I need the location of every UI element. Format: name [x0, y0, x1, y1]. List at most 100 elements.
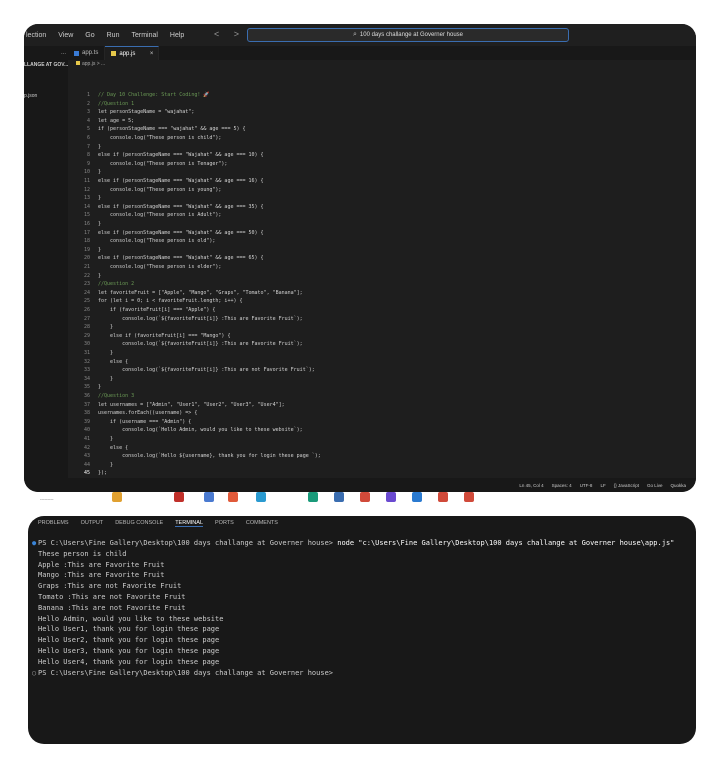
status-indentation[interactable]: Spaces: 4: [552, 483, 572, 488]
line-number: 6: [86, 135, 90, 141]
app-icon[interactable]: [228, 492, 238, 502]
code-line: });: [98, 470, 108, 477]
code-line: else if (personStageName === "Wajahat" &…: [98, 178, 264, 184]
terminal-output[interactable]: ● PS C:\Users\Fine Gallery\Desktop\100 da…: [32, 538, 692, 678]
explorer-folder[interactable]: LLANGE AT GOV...: [24, 62, 68, 68]
code-line: else if (personStageName === "Wajahat" &…: [98, 203, 264, 210]
line-number: 16: [83, 221, 90, 227]
line-number: 23: [83, 281, 90, 288]
more-icon[interactable]: ...: [61, 50, 66, 56]
status-cursor-position[interactable]: Ln 45, Col 4: [519, 483, 543, 488]
terminal-output-line: Banana :This are not Favorite Fruit: [38, 603, 186, 612]
chrome-icon[interactable]: [438, 492, 448, 502]
breadcrumb[interactable]: app.js > ...: [76, 61, 105, 67]
terminal-output-line: Hello User3, thank you for login these p…: [38, 646, 220, 655]
code-line: console.log("These person is old");: [98, 238, 216, 245]
code-line: }: [98, 375, 114, 382]
terminal-output-line: Mango :This are Favorite Fruit: [38, 571, 165, 580]
command-center-search[interactable]: ⌕ 100 days challange at Governer house: [247, 28, 569, 42]
status-quokka[interactable]: Quokka: [670, 483, 686, 488]
search-icon: ⌕: [353, 31, 357, 38]
tab-comments[interactable]: COMMENTS: [246, 520, 278, 526]
menu-help[interactable]: Help: [164, 32, 190, 39]
code-line: }: [98, 436, 114, 442]
app-icon[interactable]: [256, 492, 266, 502]
line-number: 14: [83, 203, 90, 210]
code-line: else {: [98, 444, 129, 451]
code-line: let favoriteFruit = ["Apple", "Mango", "…: [98, 289, 303, 296]
status-eol[interactable]: LF: [600, 483, 605, 488]
file-explorer-icon[interactable]: [112, 492, 122, 502]
vscode-window: lection View Go Run Terminal Help < > ⌕ …: [24, 24, 696, 492]
line-number: 21: [83, 264, 90, 270]
nav-arrows[interactable]: < >: [214, 29, 245, 39]
line-number: 27: [83, 315, 90, 322]
line-number: 37: [83, 401, 90, 408]
terminal-output-line: Tomato :This are not Favorite Fruit: [38, 592, 186, 601]
line-number: 28: [83, 324, 90, 331]
edge-icon[interactable]: [308, 492, 318, 502]
app-icon[interactable]: [386, 492, 396, 502]
app-icon[interactable]: [334, 492, 344, 502]
tab-ports[interactable]: PORTS: [215, 520, 234, 526]
line-number: 18: [83, 238, 90, 245]
code-line: }: [98, 350, 114, 356]
code-line: console.log(`${favoriteFruit[i]} :This a…: [98, 315, 303, 322]
menu-view[interactable]: View: [52, 32, 79, 39]
line-number: 35: [83, 384, 90, 391]
code-line: //Question 3: [98, 393, 135, 399]
js-file-icon: [111, 51, 117, 56]
tab-label: app.js: [119, 50, 136, 57]
line-number: 42: [83, 444, 90, 451]
status-language[interactable]: {} JavaScript: [614, 483, 639, 488]
tab-problems[interactable]: PROBLEMS: [38, 520, 69, 526]
menu-run[interactable]: Run: [101, 32, 126, 39]
terminal-output-line: These person is child: [38, 549, 127, 558]
code-line: }: [98, 272, 102, 279]
code-editor[interactable]: 1 // Day 10 Challenge: Start Coding! 🚀 2 //…: [68, 70, 696, 477]
taskbar-label: ---------: [40, 497, 54, 502]
code-line: console.log(`Hello ${username}, thank yo…: [98, 453, 321, 460]
line-number: 1: [86, 92, 90, 98]
line-number: 11: [83, 178, 90, 184]
ts-file-icon: [74, 50, 79, 56]
line-number: 40: [83, 427, 90, 434]
menu-terminal[interactable]: Terminal: [125, 32, 163, 39]
tab-app-ts[interactable]: app.ts: [68, 46, 106, 60]
code-line: for (let i = 0; i < favoriteFruit.length…: [98, 298, 243, 305]
tab-app-js[interactable]: app.js ×: [105, 46, 160, 60]
code-line: let age = 5;: [98, 117, 135, 124]
code-line: console.log(`Hello Admin, would you like…: [98, 427, 303, 434]
code-line: }: [98, 143, 102, 150]
app-icon[interactable]: [204, 492, 214, 502]
close-icon[interactable]: ×: [150, 51, 154, 57]
menu-selection[interactable]: lection: [24, 32, 52, 39]
terminal-output-line: Hello User1, thank you for login these p…: [38, 625, 220, 634]
chrome-icon[interactable]: [464, 492, 474, 502]
line-number: 36: [83, 393, 90, 399]
code-line: }: [98, 169, 102, 176]
tab-debug-console[interactable]: DEBUG CONSOLE: [115, 520, 163, 526]
code-line: }: [98, 246, 102, 253]
code-line: console.log("These person is Adult");: [98, 212, 222, 219]
code-line: usernames.forEach((username) => {: [98, 410, 198, 417]
line-number: 29: [83, 332, 90, 339]
code-line: else if (favoriteFruit[i] === "Mango") {: [98, 332, 231, 339]
tab-output[interactable]: OUTPUT: [81, 520, 104, 526]
terminal-prompt: PS C:\Users\Fine Gallery\Desktop\100 day…: [38, 539, 338, 547]
tab-terminal[interactable]: TERMINAL: [175, 520, 203, 527]
status-encoding[interactable]: UTF-8: [580, 483, 593, 488]
store-icon[interactable]: [174, 492, 184, 502]
code-line: if (favoriteFruit[i] === "Apple") {: [98, 307, 216, 313]
menu-go[interactable]: Go: [79, 32, 100, 39]
status-go-live[interactable]: Go Live: [647, 483, 663, 488]
line-number: 43: [83, 453, 90, 460]
line-number: 12: [83, 186, 90, 193]
chrome-icon[interactable]: [360, 492, 370, 502]
panel-tabs: PROBLEMS OUTPUT DEBUG CONSOLE TERMINAL P…: [28, 516, 696, 530]
js-file-icon: [76, 61, 80, 65]
code-line: console.log("These person is elder");: [98, 264, 222, 270]
vscode-icon[interactable]: [412, 492, 422, 502]
explorer-file[interactable]: p.json: [24, 93, 37, 99]
line-number: 15: [83, 212, 90, 219]
